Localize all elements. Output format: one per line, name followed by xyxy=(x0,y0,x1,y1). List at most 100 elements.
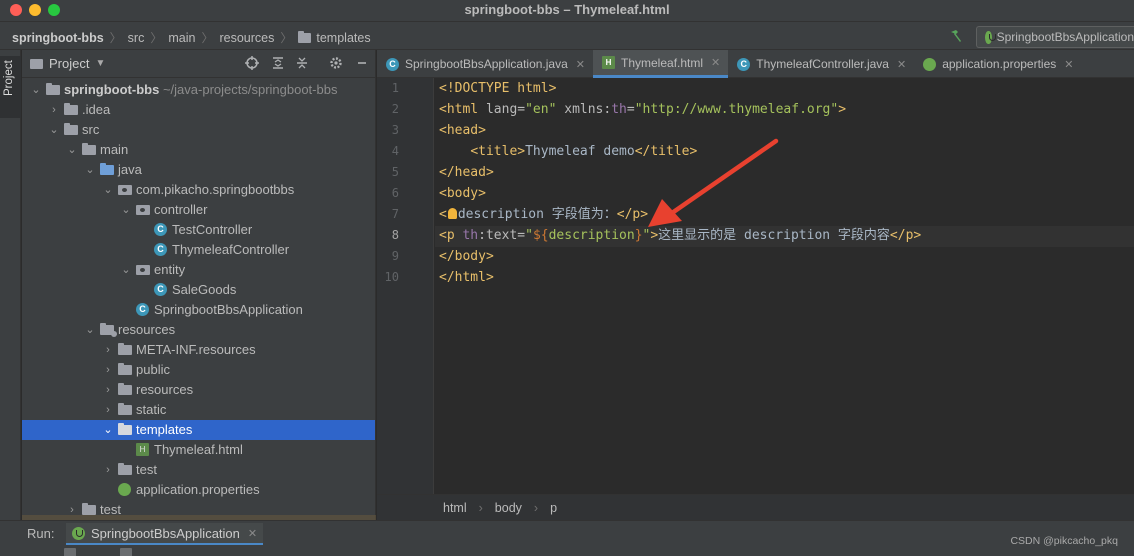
chevron-right-icon: 〉 xyxy=(150,31,163,45)
line-number: 1 xyxy=(391,81,399,95)
package-icon xyxy=(136,205,150,215)
build-hammer-icon[interactable] xyxy=(948,28,964,44)
breadcrumb-src[interactable]: src xyxy=(128,31,145,45)
lightbulb-icon[interactable] xyxy=(447,208,457,219)
close-icon[interactable]: ✕ xyxy=(248,527,257,540)
watermark: CSDN @pikcacho_pkq xyxy=(1010,535,1118,547)
chevron-down-icon[interactable]: ⌄ xyxy=(120,200,132,220)
tree-item-meta-inf-resources[interactable]: › META-INF.resources xyxy=(22,340,375,360)
run-configuration-label: SpringbootBbsApplication xyxy=(996,30,1134,44)
run-tool-window-bar: Run: SpringbootBbsApplication ✕ CSDN @pi… xyxy=(0,520,1134,556)
tree-item-package[interactable]: ⌄ com.pikacho.springbootbbs xyxy=(22,180,375,200)
tree-item-springboot-bbs[interactable]: ⌄ springboot-bbs ~/java-projects/springb… xyxy=(22,80,375,100)
tree-item-testcontroller[interactable]: C TestController xyxy=(22,220,375,240)
folder-icon xyxy=(118,343,132,355)
tree-item-static[interactable]: › static xyxy=(22,400,375,420)
chevron-down-icon[interactable]: ⌄ xyxy=(30,80,42,100)
editor-breadcrumb-html[interactable]: html xyxy=(443,501,467,515)
line-number: 9 xyxy=(391,249,399,263)
folder-icon xyxy=(46,83,60,95)
tree-item-test-folder[interactable]: › test xyxy=(22,460,375,480)
project-tool-tab[interactable]: Project xyxy=(0,56,21,118)
editor-breadcrumb-body[interactable]: body xyxy=(495,501,522,515)
code-line-8: <p th:text="${description}">这里显示的是 descr… xyxy=(439,228,922,243)
run-toolbar-icon[interactable] xyxy=(64,548,76,556)
spring-properties-icon xyxy=(923,57,937,71)
tree-item-entity[interactable]: ⌄ entity xyxy=(22,260,375,280)
tree-item-salegoods[interactable]: C SaleGoods xyxy=(22,280,375,300)
spring-properties-icon xyxy=(118,483,131,496)
tree-item-thymeleafcontroller[interactable]: C ThymeleafController xyxy=(22,240,375,260)
chevron-right-icon: 〉 xyxy=(280,31,293,45)
folder-icon xyxy=(298,30,312,43)
breadcrumb-resources[interactable]: resources xyxy=(219,31,274,45)
line-number: 6 xyxy=(391,186,399,200)
breadcrumb-main[interactable]: main xyxy=(168,31,195,45)
chevron-right-icon[interactable]: › xyxy=(102,460,114,480)
chevron-down-icon[interactable]: ⌄ xyxy=(48,120,60,140)
html-file-icon: H xyxy=(602,56,615,69)
tree-item-public[interactable]: › public xyxy=(22,360,375,380)
tree-item-main[interactable]: ⌄ main xyxy=(22,140,375,160)
chevron-right-icon: › xyxy=(478,500,483,515)
chevron-right-icon[interactable]: › xyxy=(102,400,114,420)
chevron-right-icon[interactable]: › xyxy=(102,340,114,360)
folder-icon xyxy=(82,143,96,155)
editor-breadcrumb-p[interactable]: p xyxy=(550,501,557,515)
run-configuration-selector[interactable]: SpringbootBbsApplication xyxy=(976,26,1134,48)
code-line-5: </head> xyxy=(439,165,494,180)
run-tab-springbootbbsapplication[interactable]: SpringbootBbsApplication ✕ xyxy=(66,523,264,545)
code-line-4: <title>Thymeleaf demo</title> xyxy=(470,144,698,159)
line-number-gutter: 1 2 3 4 5 6 7 8 9 10 xyxy=(377,78,434,494)
close-icon[interactable]: ✕ xyxy=(1064,58,1073,71)
chevron-right-icon[interactable]: › xyxy=(48,100,60,120)
tree-item-idea[interactable]: › .idea xyxy=(22,100,375,120)
tab-label: SpringbootBbsApplication.java xyxy=(405,57,568,71)
expand-all-icon[interactable] xyxy=(270,56,286,72)
chevron-down-icon[interactable]: ⌄ xyxy=(84,160,96,180)
run-label: Run: xyxy=(27,526,55,541)
code-line-9: </body> xyxy=(439,249,494,264)
source-folder-icon xyxy=(100,163,114,175)
close-icon[interactable]: ✕ xyxy=(897,58,906,71)
tab-application-properties[interactable]: application.properties ✕ xyxy=(914,50,1081,78)
tree-item-controller[interactable]: ⌄ controller xyxy=(22,200,375,220)
tree-item-templates[interactable]: ⌄ templates xyxy=(22,420,375,440)
close-icon[interactable]: ✕ xyxy=(711,56,720,69)
close-icon[interactable]: ✕ xyxy=(576,58,585,71)
tree-item-resources[interactable]: › resources xyxy=(22,380,375,400)
code-editor[interactable]: 1 2 3 4 5 6 7 8 9 10 <!DOCTYPE html> <ht… xyxy=(377,78,1134,494)
tab-label: application.properties xyxy=(942,57,1057,71)
line-number: 2 xyxy=(391,102,399,116)
tab-thymeleafcontroller[interactable]: C ThymeleafController.java ✕ xyxy=(728,50,914,78)
tab-thymeleaf-html[interactable]: H Thymeleaf.html ✕ xyxy=(593,50,729,78)
chevron-down-icon[interactable]: ⌄ xyxy=(120,260,132,280)
code-line-10: </html> xyxy=(439,270,494,285)
chevron-down-icon[interactable]: ⌄ xyxy=(66,140,78,160)
collapse-all-icon[interactable] xyxy=(294,56,310,72)
tree-item-thymeleaf-html[interactable]: H Thymeleaf.html xyxy=(22,440,375,460)
hide-panel-icon[interactable] xyxy=(354,56,370,72)
project-view-title[interactable]: Project xyxy=(49,56,89,71)
code-line-6: <body> xyxy=(439,186,486,201)
run-toolbar-icon[interactable] xyxy=(120,548,132,556)
chevron-down-icon[interactable]: ⌄ xyxy=(84,320,96,340)
chevron-down-icon[interactable]: ▼ xyxy=(95,58,105,69)
tab-label: Thymeleaf.html xyxy=(621,55,704,70)
tree-item-src[interactable]: ⌄ src xyxy=(22,120,375,140)
title-bar: springboot-bbs – Thymeleaf.html xyxy=(0,0,1134,22)
tree-item-application-properties[interactable]: application.properties xyxy=(22,480,375,500)
tree-item-springbootbbsapplication[interactable]: C SpringbootBbsApplication xyxy=(22,300,375,320)
breadcrumb-project[interactable]: springboot-bbs xyxy=(12,31,104,45)
chevron-right-icon[interactable]: › xyxy=(102,380,114,400)
tree-item-java[interactable]: ⌄ java xyxy=(22,160,375,180)
locate-icon[interactable] xyxy=(244,56,260,72)
gear-icon[interactable] xyxy=(328,56,344,72)
breadcrumb-templates[interactable]: templates xyxy=(298,30,371,45)
chevron-down-icon[interactable]: ⌄ xyxy=(102,180,114,200)
tab-springbootbbsapplication[interactable]: C SpringbootBbsApplication.java ✕ xyxy=(377,50,593,78)
spring-boot-class-icon: C xyxy=(136,303,149,316)
chevron-down-icon[interactable]: ⌄ xyxy=(102,420,114,440)
tree-item-resources-root[interactable]: ⌄ resources xyxy=(22,320,375,340)
chevron-right-icon[interactable]: › xyxy=(102,360,114,380)
